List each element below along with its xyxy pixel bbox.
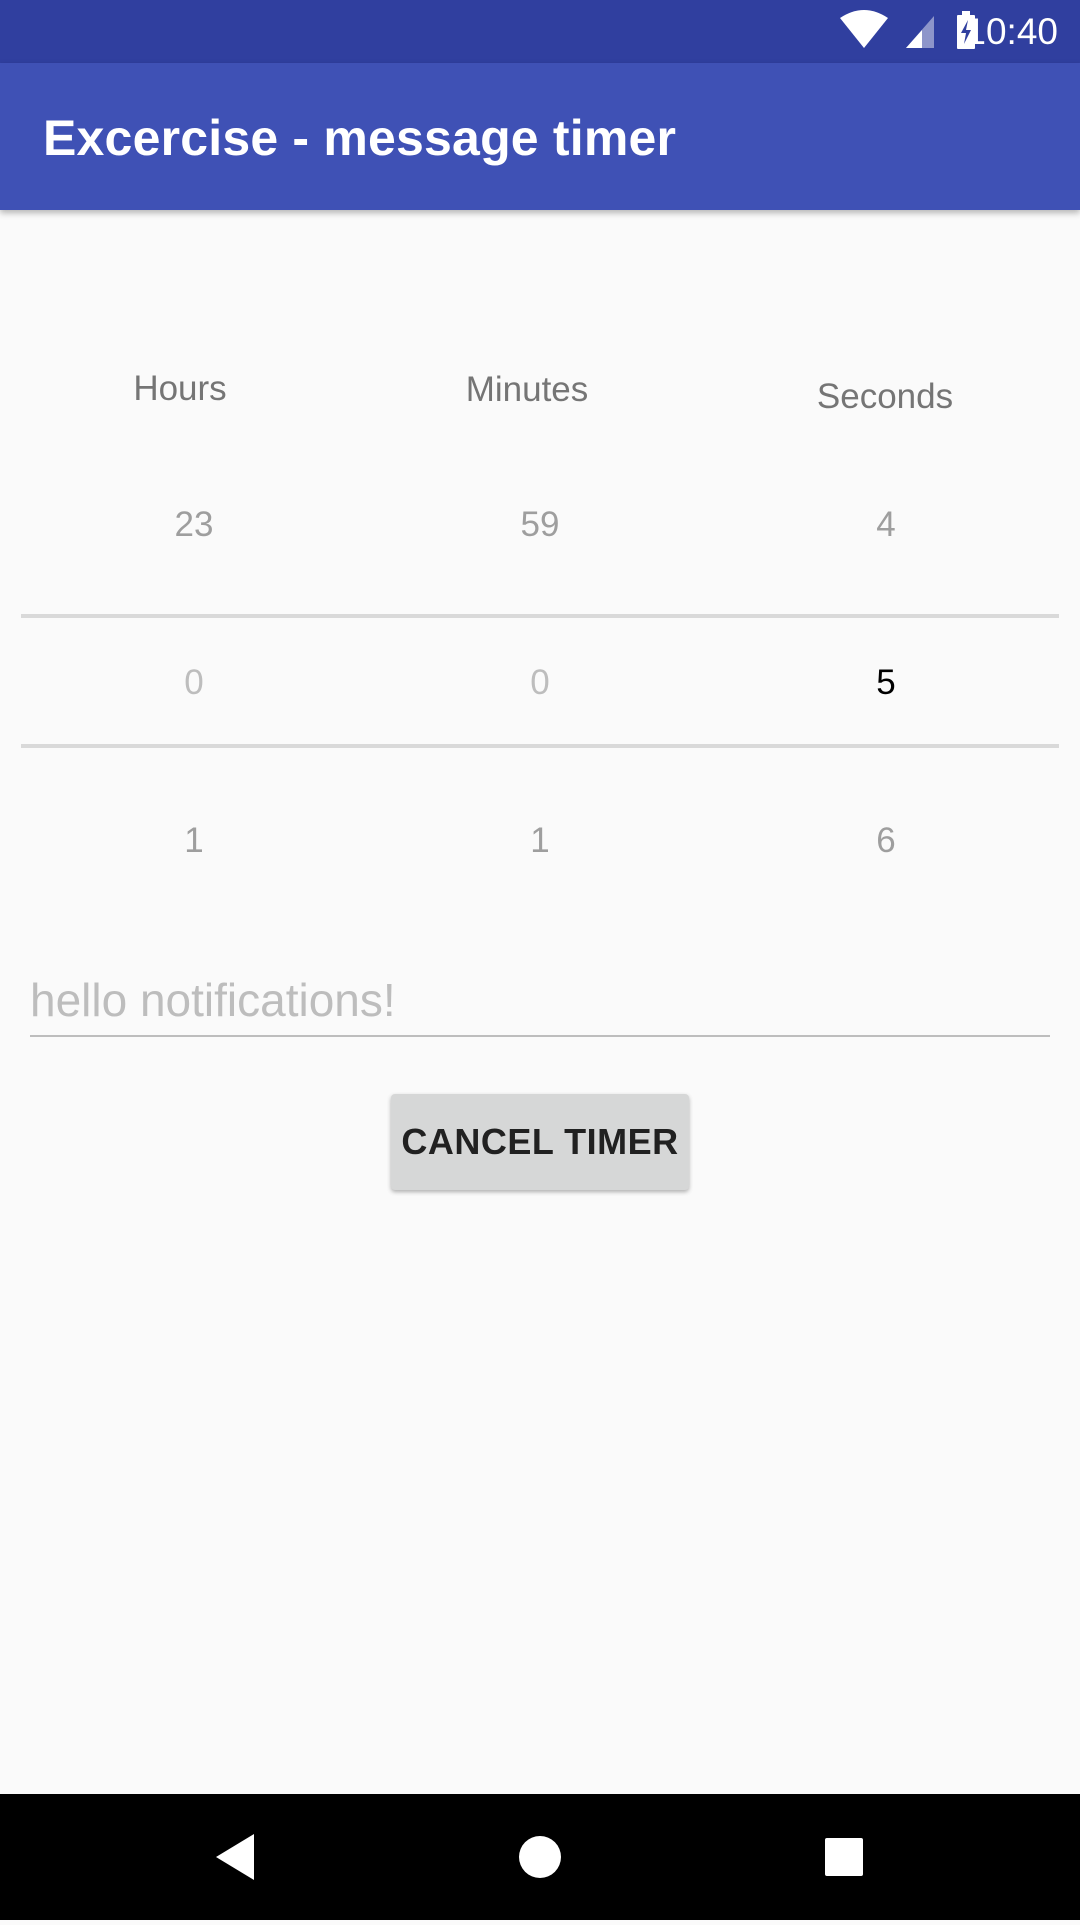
recents-icon (825, 1838, 863, 1876)
home-icon (519, 1836, 561, 1878)
recents-button[interactable] (764, 1794, 924, 1920)
back-icon (216, 1834, 254, 1880)
status-time: 10:40 (965, 11, 1058, 52)
app-bar: Excercise - message timer (0, 63, 1080, 210)
picker-divider-bottom (21, 744, 1059, 748)
hours-selected-value[interactable]: 0 (94, 662, 294, 704)
message-input[interactable] (30, 965, 1050, 1037)
minutes-above-value[interactable]: 59 (440, 504, 640, 546)
seconds-label: Seconds (816, 377, 954, 416)
home-button[interactable] (460, 1794, 620, 1920)
status-bar: 10:40 (0, 0, 1080, 63)
nav-bar (0, 1794, 1080, 1920)
wifi-icon (840, 10, 888, 48)
minutes-below-value[interactable]: 1 (440, 820, 640, 862)
cell-signal-icon (906, 16, 934, 48)
seconds-selected-value[interactable]: 5 (786, 662, 986, 704)
minutes-label: Minutes (465, 370, 589, 409)
picker-divider-top (21, 614, 1059, 618)
seconds-below-value[interactable]: 6 (786, 820, 986, 862)
back-button[interactable] (156, 1794, 316, 1920)
hours-above-value[interactable]: 23 (94, 504, 294, 546)
hours-label: Hours (133, 369, 227, 408)
minutes-selected-value[interactable]: 0 (440, 662, 640, 704)
hours-below-value[interactable]: 1 (94, 820, 294, 862)
cancel-timer-button[interactable]: CANCEL TIMER (391, 1094, 689, 1190)
seconds-above-value[interactable]: 4 (786, 504, 986, 546)
page-title: Excercise - message timer (43, 110, 677, 166)
